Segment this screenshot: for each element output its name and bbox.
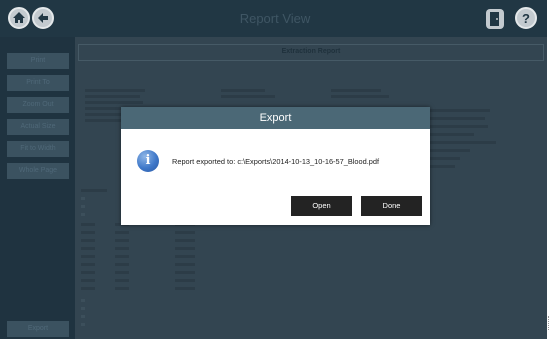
back-arrow-icon[interactable]	[32, 7, 54, 29]
sidebar: Print Print To Zoom Out Actual Size Fit …	[0, 37, 75, 339]
top-bar: Report View ?	[0, 0, 547, 37]
dialog-title: Export	[259, 112, 292, 124]
svg-text:?: ?	[522, 11, 530, 26]
zoom-out-button[interactable]: Zoom Out	[7, 97, 69, 113]
window-edge	[547, 0, 552, 339]
open-button[interactable]: Open	[291, 196, 352, 216]
help-icon[interactable]: ?	[515, 7, 537, 29]
info-icon: i	[137, 150, 159, 172]
done-button[interactable]: Done	[361, 196, 422, 216]
print-to-button[interactable]: Print To	[7, 75, 69, 91]
exit-door-icon[interactable]	[486, 9, 504, 29]
actual-size-button[interactable]: Actual Size	[7, 119, 69, 135]
resize-grip	[548, 316, 550, 330]
report-view-app: Report View ? Print Print To Zoom Out Ac…	[0, 0, 552, 339]
report-title: Extraction Report	[281, 48, 341, 55]
export-button[interactable]: Export	[7, 321, 69, 337]
page-title: Report View	[239, 11, 311, 26]
whole-page-button[interactable]: Whole Page	[7, 163, 69, 179]
home-icon[interactable]	[8, 7, 30, 29]
report-header-box: Extraction Report	[78, 44, 544, 61]
dialog-title-bar: Export	[121, 107, 430, 129]
fit-to-width-button[interactable]: Fit to Width	[7, 141, 69, 157]
dialog-message: Report exported to: c:\Exports\2014-10-1…	[172, 157, 380, 166]
print-button[interactable]: Print	[7, 53, 69, 69]
export-dialog: Export i Report exported to: c:\Exports\…	[121, 107, 430, 225]
